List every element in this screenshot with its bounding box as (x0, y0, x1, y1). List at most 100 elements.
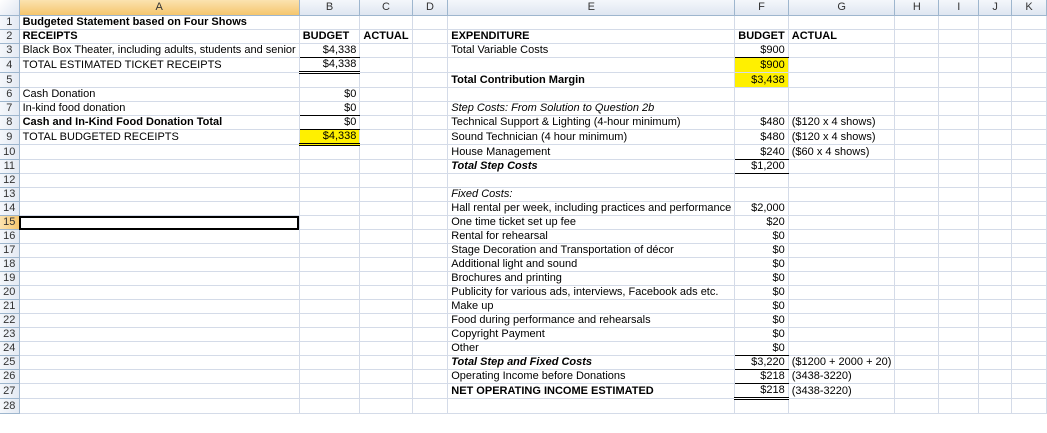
cell-c13[interactable] (359, 187, 413, 202)
cell-b16[interactable] (299, 229, 361, 244)
cell-k8[interactable] (1011, 115, 1047, 130)
cell-k24[interactable] (1011, 341, 1047, 356)
cell-e14[interactable]: Hall rental per week, including practice… (447, 201, 736, 216)
cell-k9[interactable] (1011, 129, 1047, 145)
cell-d2[interactable] (412, 29, 449, 44)
cell-j26[interactable] (978, 369, 1013, 384)
cell-d21[interactable] (412, 299, 449, 314)
cell-h9[interactable] (894, 129, 940, 145)
cell-k20[interactable] (1011, 285, 1047, 300)
cell-f22[interactable]: $0 (734, 313, 789, 328)
cell-g22[interactable] (788, 313, 896, 328)
cell-g19[interactable] (788, 271, 896, 286)
cell-f16[interactable]: $0 (734, 229, 789, 244)
cell-g20[interactable] (788, 285, 896, 300)
cell-d22[interactable] (412, 313, 449, 328)
cell-b26[interactable] (299, 369, 361, 384)
cell-g5[interactable] (788, 72, 896, 88)
column-header-d[interactable]: D (412, 0, 449, 16)
cell-d19[interactable] (412, 271, 449, 286)
cell-j2[interactable] (978, 29, 1013, 44)
row-header[interactable]: 5 (0, 72, 20, 88)
cell-g4[interactable] (788, 57, 896, 73)
cell-d28[interactable] (412, 398, 449, 414)
cell-e10[interactable]: House Management (447, 144, 736, 160)
cell-k4[interactable] (1011, 57, 1047, 73)
row-header[interactable]: 7 (0, 101, 20, 116)
cell-e18[interactable]: Additional light and sound (447, 257, 736, 272)
cell-h11[interactable] (894, 159, 940, 174)
column-header-i[interactable]: I (938, 0, 980, 16)
cell-h5[interactable] (894, 72, 940, 88)
cell-j14[interactable] (978, 201, 1013, 216)
cell-k17[interactable] (1011, 243, 1047, 258)
cell-g2[interactable]: ACTUAL (788, 29, 896, 44)
cell-f5[interactable]: $3,438 (734, 72, 789, 88)
cell-k13[interactable] (1011, 187, 1047, 202)
cell-b28[interactable] (299, 398, 361, 414)
cell-j11[interactable] (978, 159, 1013, 174)
cell-f28[interactable] (734, 398, 789, 414)
cell-b9[interactable]: $4,338 (299, 129, 361, 146)
row-header[interactable]: 28 (0, 398, 20, 414)
cell-k19[interactable] (1011, 271, 1047, 286)
cell-k21[interactable] (1011, 299, 1047, 314)
cell-a12[interactable] (19, 173, 300, 188)
cell-i5[interactable] (938, 72, 980, 88)
cell-i20[interactable] (938, 285, 980, 300)
cell-e19[interactable]: Brochures and printing (447, 271, 736, 286)
row-header[interactable]: 1 (0, 15, 20, 30)
worksheet-table[interactable]: ABCDEFGHIJK 1 Budgeted Statement based on… (0, 0, 1047, 414)
cell-h14[interactable] (894, 201, 940, 216)
cell-c16[interactable] (359, 229, 413, 244)
cell-e16[interactable]: Rental for rehearsal (447, 229, 736, 244)
cell-j7[interactable] (978, 101, 1013, 116)
cell-f3[interactable]: $900 (734, 43, 789, 58)
cell-i3[interactable] (938, 43, 980, 58)
cell-i16[interactable] (938, 229, 980, 244)
cell-b21[interactable] (299, 299, 361, 314)
cell-f21[interactable]: $0 (734, 299, 789, 314)
cell-a24[interactable] (19, 341, 300, 356)
row-header[interactable]: 13 (0, 187, 20, 202)
cell-a11[interactable] (19, 159, 300, 174)
cell-g26[interactable]: (3438-3220) (788, 369, 896, 384)
row-header[interactable]: 26 (0, 369, 20, 384)
cell-i25[interactable] (938, 355, 980, 370)
row-header[interactable]: 17 (0, 243, 20, 258)
cell-d12[interactable] (412, 173, 449, 188)
cell-b25[interactable] (299, 355, 361, 370)
cell-a9[interactable]: TOTAL BUDGETED RECEIPTS (19, 129, 300, 145)
cell-b4[interactable]: $4,338 (299, 57, 361, 74)
cell-b27[interactable] (299, 383, 361, 399)
cell-i17[interactable] (938, 243, 980, 258)
cell-h12[interactable] (894, 173, 940, 188)
cell-g17[interactable] (788, 243, 896, 258)
cell-b12[interactable] (299, 173, 361, 188)
cell-c12[interactable] (359, 173, 413, 188)
cell-a7[interactable]: In-kind food donation (19, 101, 300, 116)
cell-j4[interactable] (978, 57, 1013, 73)
cell-b23[interactable] (299, 327, 361, 342)
row-header[interactable]: 2 (0, 29, 20, 44)
row-header[interactable]: 4 (0, 57, 20, 73)
cell-j5[interactable] (978, 72, 1013, 88)
cell-g14[interactable] (788, 201, 896, 216)
cell-b14[interactable] (299, 201, 361, 216)
cell-f12[interactable] (734, 173, 789, 188)
column-header-c[interactable]: C (359, 0, 413, 16)
cell-i18[interactable] (938, 257, 980, 272)
cell-b5[interactable] (299, 72, 361, 88)
cell-h19[interactable] (894, 271, 940, 286)
cell-h27[interactable] (894, 383, 940, 399)
row-header[interactable]: 11 (0, 159, 20, 174)
cell-j28[interactable] (978, 398, 1013, 414)
cell-i9[interactable] (938, 129, 980, 145)
cell-e8[interactable]: Technical Support & Lighting (4-hour min… (447, 115, 736, 130)
cell-a8[interactable]: Cash and In-Kind Food Donation Total (19, 115, 300, 130)
cell-i2[interactable] (938, 29, 980, 44)
cell-d3[interactable] (412, 43, 449, 58)
cell-g27[interactable]: (3438-3220) (788, 383, 896, 399)
cell-k16[interactable] (1011, 229, 1047, 244)
cell-k3[interactable] (1011, 43, 1047, 58)
